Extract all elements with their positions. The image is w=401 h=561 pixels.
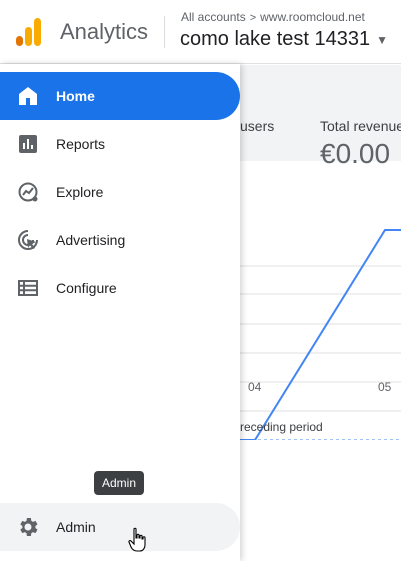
admin-tooltip: Admin <box>94 471 145 495</box>
nav-item-label: Configure <box>56 280 117 296</box>
property-selector[interactable]: como lake test 14331 ▼ <box>180 28 388 51</box>
metric-users-label: users <box>240 118 275 134</box>
header-divider <box>164 16 165 48</box>
x-tick-label: 05 <box>378 380 392 394</box>
metric-revenue-label: Total revenue <box>320 118 401 134</box>
home-icon <box>19 87 37 105</box>
nav-item-reports[interactable]: Reports <box>0 120 240 168</box>
app-name: Analytics <box>60 19 149 44</box>
x-tick-label: 04 <box>248 380 262 394</box>
app-header: Analytics All accounts > www.roomcloud.net… <box>0 0 401 64</box>
line-chart <box>240 229 401 440</box>
nav-item-explore[interactable]: Explore <box>0 168 240 216</box>
series-line <box>240 229 401 440</box>
gear-icon <box>20 518 38 536</box>
metric-revenue-value: €0.00 <box>320 138 391 169</box>
nav-item-advertising[interactable]: Advertising <box>0 216 240 264</box>
breadcrumb[interactable]: All accounts > www.roomcloud.net <box>181 10 365 24</box>
nav-item-label: Reports <box>56 136 106 152</box>
nav-item-label: Advertising <box>56 232 126 248</box>
nav-item-home[interactable]: Home <box>0 72 240 120</box>
analytics-logo-icon[interactable] <box>16 18 42 46</box>
nav-item-label: Admin <box>56 519 96 535</box>
caret-down-icon: ▼ <box>376 32 389 47</box>
nav-item-label: Explore <box>56 184 104 200</box>
explore-icon <box>18 182 38 202</box>
breadcrumb-all-accounts[interactable]: All accounts <box>181 10 246 24</box>
nav-item-configure[interactable]: Configure <box>0 264 240 312</box>
nav-item-admin[interactable]: Admin <box>0 503 240 551</box>
breadcrumb-account[interactable]: www.roomcloud.net <box>260 10 365 24</box>
property-name: como lake test 14331 <box>180 28 371 50</box>
breadcrumb-separator: > <box>249 12 257 24</box>
hand-cursor-icon <box>128 527 146 552</box>
configure-icon <box>18 280 38 296</box>
advertising-icon <box>18 230 38 250</box>
nav-item-label: Home <box>56 88 95 104</box>
bar-chart-icon <box>19 135 37 153</box>
legend-preceding-period: receding period <box>240 420 323 434</box>
